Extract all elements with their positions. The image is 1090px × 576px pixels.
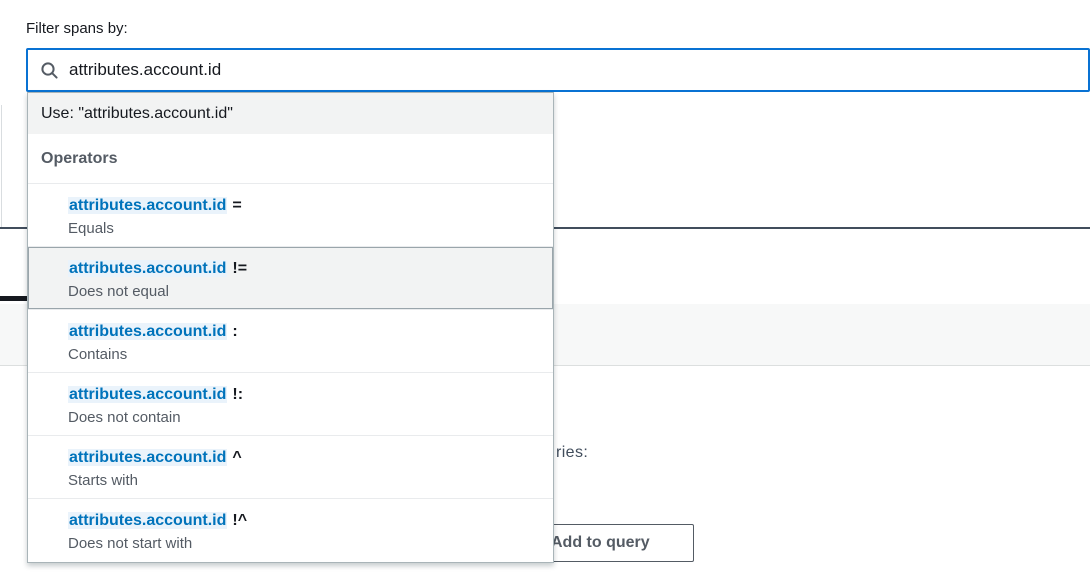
option-title: attributes.account.id:	[68, 320, 541, 343]
operator-option[interactable]: attributes.account.id!: Does not contain	[28, 373, 553, 436]
option-attribute: attributes.account.id	[68, 197, 227, 214]
option-description: Equals	[68, 218, 541, 240]
option-attribute: attributes.account.id	[68, 323, 227, 340]
option-title: attributes.account.id =	[68, 194, 541, 217]
option-description: Contains	[68, 344, 541, 366]
option-operator: !=	[232, 260, 247, 277]
option-description: Does not equal	[68, 281, 541, 303]
span-filter-search-box[interactable]	[26, 48, 1090, 92]
operator-option[interactable]: attributes.account.id !^ Does not start w…	[28, 499, 553, 562]
option-operator: !^	[232, 512, 247, 529]
filter-spans-label: Filter spans by:	[26, 20, 128, 37]
option-attribute: attributes.account.id	[68, 449, 227, 466]
option-title: attributes.account.id ^	[68, 446, 541, 469]
option-title: attributes.account.id !^	[68, 509, 541, 532]
option-operator: =	[232, 197, 241, 214]
option-description: Does not contain	[68, 407, 541, 429]
option-operator: !:	[232, 386, 243, 403]
option-title: attributes.account.id!:	[68, 383, 541, 406]
search-icon	[40, 61, 59, 80]
option-attribute: attributes.account.id	[68, 386, 227, 403]
operator-option[interactable]: attributes.account.id != Does not equal	[28, 247, 553, 310]
option-title: attributes.account.id !=	[68, 257, 541, 280]
page: { "filter_label": "Filter spans by:", "s…	[0, 0, 1090, 576]
option-attribute: attributes.account.id	[68, 512, 227, 529]
option-description: Starts with	[68, 470, 541, 492]
operator-option[interactable]: attributes.account.id = Equals	[28, 184, 553, 247]
operators-group-label: Operators	[28, 134, 553, 184]
query-editor-left-border	[1, 105, 2, 227]
span-filter-input[interactable]	[69, 60, 969, 80]
option-operator: ^	[232, 449, 241, 466]
option-operator: :	[232, 323, 237, 340]
use-current-text-option[interactable]: Use: "attributes.account.id"	[28, 93, 553, 134]
option-description: Does not start with	[68, 533, 541, 555]
option-attribute: attributes.account.id	[68, 260, 227, 277]
operator-option[interactable]: attributes.account.id: Contains	[28, 310, 553, 373]
operator-list: attributes.account.id = Equals attributes…	[28, 184, 553, 562]
active-tab-indicator	[0, 296, 30, 301]
suggestions-dropdown: Use: "attributes.account.id" Operators a…	[27, 92, 554, 563]
operator-option[interactable]: attributes.account.id ^ Starts with	[28, 436, 553, 499]
background-text-fragment: ries:	[556, 444, 588, 462]
